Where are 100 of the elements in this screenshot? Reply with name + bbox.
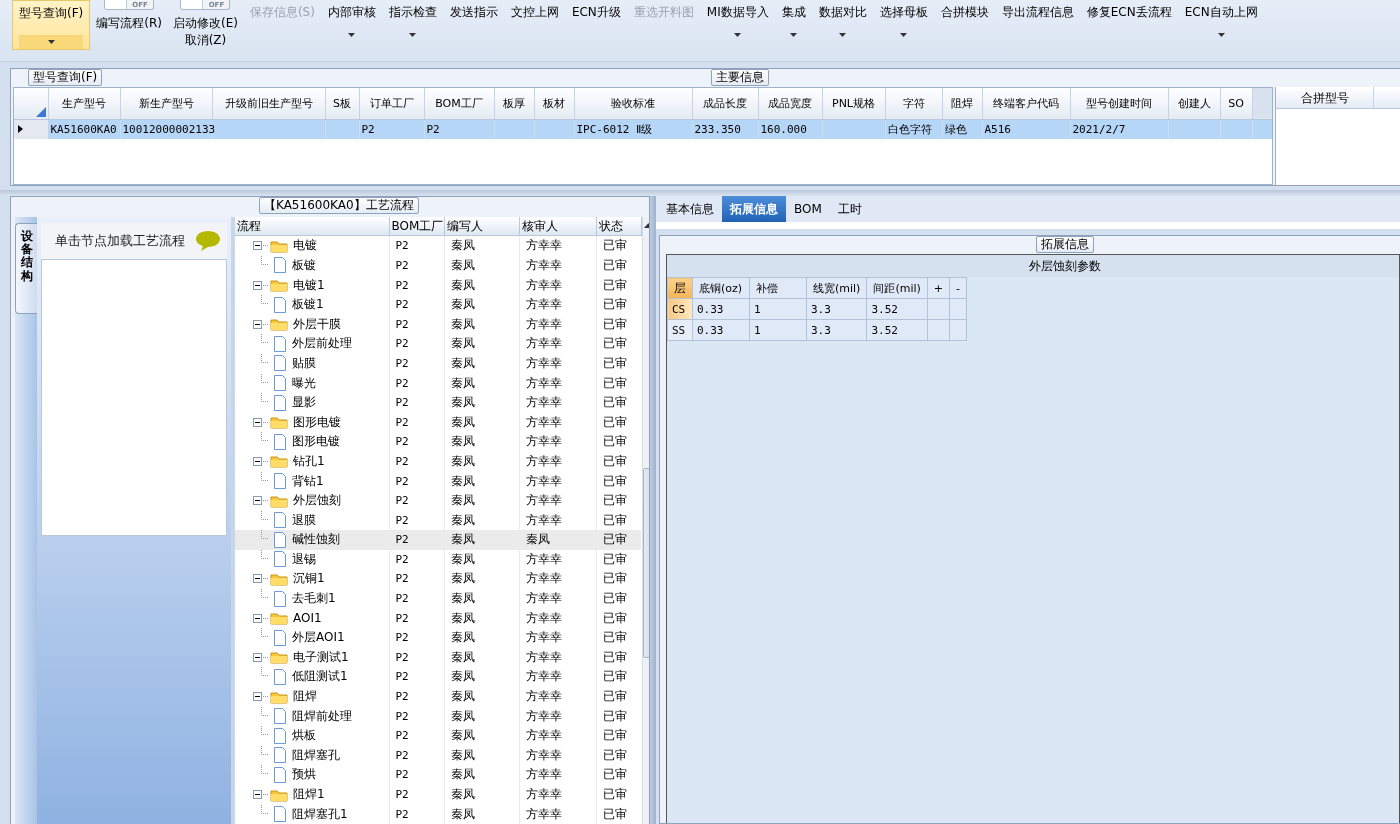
column-header[interactable]: 订单工厂 — [359, 88, 424, 119]
tree-row[interactable]: 外层干膜 P2 秦凤 方幸幸 已审 — [235, 314, 641, 335]
column-header[interactable]: 板材 — [534, 88, 574, 119]
tree-row[interactable]: 显影 P2 秦凤 方幸幸 已审 — [235, 392, 641, 413]
toolbar-button[interactable]: MI数据导入 — [700, 0, 775, 50]
column-header[interactable]: 升级前旧生产型号 — [212, 88, 325, 119]
tree-row[interactable]: 曝光 P2 秦凤 方幸幸 已审 — [235, 373, 641, 393]
table-cell: 方幸幸 — [519, 765, 596, 785]
tree-row[interactable]: AOI1 P2 秦凤 方幸幸 已审 — [235, 608, 641, 628]
column-header[interactable]: 阻焊 — [942, 88, 982, 119]
column-header[interactable]: 字符 — [885, 88, 942, 119]
column-header[interactable]: 终端客户代码 — [982, 88, 1070, 119]
column-header[interactable]: 流程 — [235, 217, 389, 236]
column-header[interactable]: 状态 — [596, 217, 641, 236]
toolbar-button[interactable]: 发送指示 — [443, 0, 504, 50]
toolbar-button[interactable]: ECN升级 — [565, 0, 627, 50]
row-header[interactable]: SS — [667, 319, 693, 341]
column-header[interactable]: PNL规格 — [822, 88, 885, 119]
table-cell: 秦凤 — [444, 667, 519, 687]
splitter-handle[interactable] — [650, 196, 656, 824]
tree-row[interactable]: 阻焊塞孔1 P2 秦凤 方幸幸 已审 — [235, 804, 641, 824]
tree-row[interactable]: 图形电镀 P2 秦凤 方幸幸 已审 — [235, 432, 641, 452]
tree-row[interactable]: 钻孔1 P2 秦凤 方幸幸 已审 — [235, 451, 641, 472]
tree-row[interactable]: 烘板 P2 秦凤 方幸幸 已审 — [235, 725, 641, 746]
row-header[interactable]: CS — [667, 298, 693, 320]
tree-row[interactable]: 去毛刺1 P2 秦凤 方幸幸 已审 — [235, 588, 641, 609]
tree-line-icon — [261, 804, 269, 814]
tree-row[interactable]: 碱性蚀刻 P2 秦凤 秦凤 已审 — [235, 530, 641, 550]
column-header[interactable]: 成品宽度 — [758, 88, 822, 119]
column-header[interactable]: 板厚 — [494, 88, 534, 119]
column-header[interactable]: 型号创建时间 — [1070, 88, 1168, 119]
toolbar-button[interactable]: 数据对比 — [812, 0, 873, 50]
table-cell: 已审 — [596, 745, 641, 766]
toolbar-button[interactable]: 集成 — [775, 0, 812, 50]
tree-row[interactable]: 电镀1 P2 秦凤 方幸幸 已审 — [235, 275, 641, 295]
node-label: 外层蚀刻 — [293, 492, 341, 510]
toolbar-button[interactable]: 合拼模块 — [934, 0, 995, 50]
node-label: 阻焊 — [293, 688, 317, 706]
select-all-corner[interactable] — [14, 88, 48, 119]
column-header[interactable]: 验收标准 — [574, 88, 692, 119]
column-header[interactable]: 补偿 — [749, 277, 807, 299]
tree-row[interactable]: 阻焊塞孔 P2 秦凤 方幸幸 已审 — [235, 745, 641, 766]
toolbar-button[interactable]: 编写流程(R) — [96, 15, 162, 32]
toolbar-button[interactable]: 内部审核 — [321, 0, 382, 50]
column-header[interactable]: 线宽(mil) — [806, 277, 867, 299]
column-header[interactable]: 核审人 — [519, 217, 596, 236]
column-header[interactable]: BOM工厂 — [424, 88, 494, 119]
toolbar-button[interactable]: 选择母板 — [873, 0, 934, 50]
tree-row[interactable]: 贴膜 P2 秦凤 方幸幸 已审 — [235, 353, 641, 374]
toolbar-button[interactable]: 型号查询(F) — [12, 0, 91, 50]
column-header[interactable]: 生产型号 — [48, 88, 120, 119]
column-header[interactable]: 创建人 — [1168, 88, 1220, 119]
splitter-handle[interactable] — [231, 217, 235, 824]
table-row[interactable]: KA51600KA0 10012000002133 P2 P2 IPC-6012 Ⅱ级 233.350 160.000 白色字符 绿色 A516 2021/2/7 — [14, 119, 1272, 139]
tree-row[interactable]: 电镀 P2 秦凤 方幸幸 已审 — [235, 235, 641, 256]
column-header[interactable]: 编写人 — [444, 217, 519, 236]
side-tab[interactable]: 设备结构 — [15, 223, 37, 314]
toolbar-button[interactable]: ECN自动上网 — [1178, 0, 1264, 50]
tree-row[interactable]: 外层前处理 P2 秦凤 方幸幸 已审 — [235, 334, 641, 354]
tab[interactable]: BOM — [786, 196, 830, 222]
toolbar-button[interactable]: 导出流程信息 — [995, 0, 1080, 50]
toolbar-button[interactable]: 文控上网 — [504, 0, 565, 50]
tree-row[interactable]: 背钻1 P2 秦凤 方幸幸 已审 — [235, 471, 641, 491]
column-header[interactable]: BOM工厂 — [389, 217, 444, 236]
tree-row[interactable]: 阻焊1 P2 秦凤 方幸幸 已审 — [235, 784, 641, 805]
toolbar-button[interactable]: 修复ECN丢流程 — [1080, 0, 1178, 50]
tab[interactable]: 拓展信息 — [722, 196, 786, 222]
file-icon — [273, 355, 287, 372]
column-header[interactable]: + — [927, 277, 950, 299]
column-header[interactable]: S板 — [325, 88, 359, 119]
tree-row[interactable]: 阻焊 P2 秦凤 方幸幸 已审 — [235, 686, 641, 707]
tree-row[interactable]: 板镀 P2 秦凤 方幸幸 已审 — [235, 255, 641, 276]
folder-icon — [270, 571, 288, 586]
table-cell: 已审 — [596, 373, 641, 393]
tree-row[interactable]: 图形电镀 P2 秦凤 方幸幸 已审 — [235, 412, 641, 432]
tree-row[interactable]: 退膜 P2 秦凤 方幸幸 已审 — [235, 510, 641, 530]
tree-line-icon — [261, 706, 269, 716]
tree-row[interactable]: 沉铜1 P2 秦凤 方幸幸 已审 — [235, 569, 641, 589]
node-label: 外层AOI1 — [292, 629, 345, 647]
tab[interactable]: 基本信息 — [658, 196, 722, 222]
tree-row[interactable]: 退锡 P2 秦凤 方幸幸 已审 — [235, 549, 641, 570]
table-cell: 已审 — [596, 706, 641, 726]
column-header[interactable]: SO — [1220, 88, 1252, 119]
tree-row[interactable]: 低阻测试1 P2 秦凤 方幸幸 已审 — [235, 667, 641, 687]
tree-row[interactable]: 外层蚀刻 P2 秦凤 方幸幸 已审 — [235, 490, 641, 511]
column-header[interactable]: 底铜(oz) — [692, 277, 750, 299]
tree-row[interactable]: 预烘 P2 秦凤 方幸幸 已审 — [235, 765, 641, 785]
tab[interactable]: 工时 — [829, 196, 870, 222]
tree-row[interactable]: 阻焊前处理 P2 秦凤 方幸幸 已审 — [235, 706, 641, 726]
table-cell: 秦凤 — [444, 314, 519, 335]
toolbar-button[interactable]: 启动修改(E) 取消(Z) — [172, 15, 238, 49]
column-header[interactable]: 层 — [667, 277, 693, 299]
column-header[interactable]: 新生产型号 — [120, 88, 212, 119]
column-header[interactable]: 间距(mil) — [866, 277, 928, 299]
toolbar-button[interactable]: 指示检查 — [382, 0, 443, 50]
splitter-handle[interactable] — [0, 190, 1400, 196]
column-header[interactable]: 成品长度 — [692, 88, 758, 119]
tree-row[interactable]: 电子测试1 P2 秦凤 方幸幸 已审 — [235, 647, 641, 668]
tree-row[interactable]: 外层AOI1 P2 秦凤 方幸幸 已审 — [235, 627, 641, 648]
tree-row[interactable]: 板镀1 P2 秦凤 方幸幸 已审 — [235, 294, 641, 315]
